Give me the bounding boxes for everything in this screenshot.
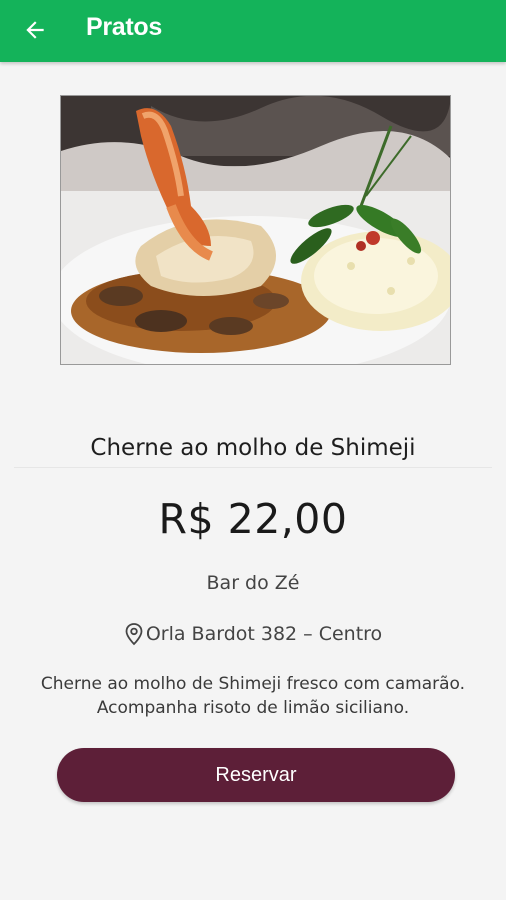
page-title: Pratos xyxy=(86,13,163,41)
address-text: Orla Bardot 382 – Centro xyxy=(145,623,383,645)
dish-name: Cherne ao molho de Shimeji xyxy=(90,435,416,461)
divider xyxy=(14,467,492,468)
app-bar: Pratos xyxy=(0,0,506,62)
dish-description: Cherne ao molho de Shimeji fresco com ca… xyxy=(40,674,466,718)
restaurant-name: Bar do Zé xyxy=(206,572,300,594)
dish-photo xyxy=(60,95,451,365)
location-pin-icon xyxy=(124,622,144,646)
arrow-left-icon[interactable] xyxy=(22,17,48,43)
restaurant-address: Orla Bardot 382 – Centro xyxy=(0,622,506,646)
reserve-button[interactable]: Reservar xyxy=(57,748,455,802)
dish-price: R$ 22,00 xyxy=(158,495,348,543)
back-button[interactable] xyxy=(20,15,50,45)
